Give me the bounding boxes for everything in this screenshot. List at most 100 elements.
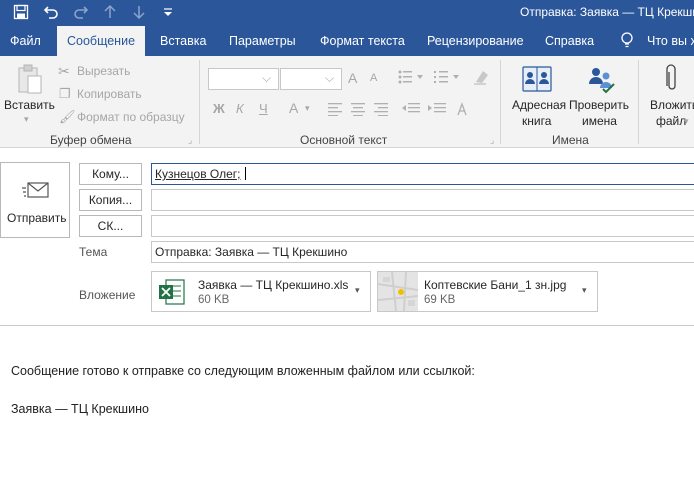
save-icon[interactable] [10, 2, 32, 22]
recipient-chip[interactable]: Кузнецов Олег; [155, 167, 241, 181]
font-color-button[interactable]: А [289, 100, 298, 116]
subject-label: Тема [79, 245, 108, 259]
numbering-icon[interactable] [434, 69, 460, 88]
italic-button[interactable]: К [236, 101, 244, 116]
underline-button[interactable]: Ч [259, 101, 268, 116]
copy-label: Копировать [77, 87, 142, 101]
group-separator [500, 60, 501, 144]
to-button[interactable]: Кому... [79, 163, 142, 185]
dialog-launcher-icon[interactable]: ⌟ [490, 135, 494, 146]
body-text-line: Заявка — ТЦ Крекшино [11, 402, 149, 416]
clear-formatting-icon[interactable] [472, 68, 490, 89]
excel-file-icon [159, 279, 185, 305]
attachment-menu-icon[interactable]: ▾ [582, 285, 587, 296]
chevron-down-icon: ▾ [24, 114, 29, 124]
ribbon: Вставить ▾ ✂ Вырезать ❐ Копировать 🖌 Фор… [0, 56, 694, 148]
cc-button[interactable]: Копия... [79, 189, 142, 211]
tab-file[interactable]: Файл [10, 26, 41, 56]
group-label-clipboard: Буфер обмена [50, 133, 132, 147]
send-button[interactable]: Отправить [0, 162, 70, 238]
tab-message[interactable]: Сообщение [57, 26, 146, 56]
attach-file-label-2: файл [656, 114, 687, 128]
text-cursor [244, 167, 246, 180]
paste-label: Вставить [4, 98, 55, 112]
check-names-label-2: имена [582, 114, 617, 128]
paperclip-icon [666, 64, 676, 90]
subject-field[interactable]: Отправка: Заявка — ТЦ Крекшино [151, 241, 694, 263]
decrease-indent-icon[interactable] [402, 102, 420, 119]
align-center-icon[interactable] [350, 102, 366, 119]
tab-options[interactable]: Параметры [229, 26, 296, 56]
bcc-button[interactable]: СК... [79, 215, 142, 237]
tab-format-text[interactable]: Формат текста [320, 26, 405, 56]
address-book-button[interactable]: Адресная книга [508, 62, 566, 134]
attachment-name: Коптевские Бани_1 зн.jpg [424, 278, 567, 292]
cut-label: Вырезать [77, 64, 131, 78]
tab-tell-me[interactable]: Что вы х [647, 26, 694, 56]
chevron-down-icon: ⌵ [262, 71, 272, 85]
paintbrush-icon: 🖌 [59, 109, 76, 124]
shrink-font-button[interactable]: A [370, 72, 377, 84]
increase-indent-icon[interactable] [428, 102, 446, 119]
copy-button[interactable]: ❐ Копировать [58, 85, 190, 105]
window-title: Отправка: Заявка — ТЦ Крекшино [520, 5, 694, 19]
paste-button[interactable]: Вставить ▾ [4, 62, 55, 134]
address-book-icon [522, 66, 552, 92]
attachment-item[interactable]: Коптевские Бани_1 зн.jpg 69 KB ▾ [377, 271, 598, 312]
to-field[interactable]: Кузнецов Олег; [151, 163, 694, 185]
lightbulb-icon[interactable] [620, 26, 634, 56]
dialog-launcher-icon[interactable]: ⌟ [188, 135, 192, 146]
group-separator [638, 60, 639, 144]
tab-review[interactable]: Рецензирование [427, 26, 524, 56]
attachment-size: 69 KB [424, 294, 456, 306]
arrow-down-icon[interactable] [128, 2, 150, 22]
attachment-label: Вложение [79, 288, 136, 302]
bcc-field[interactable] [151, 215, 694, 237]
check-names-button[interactable]: Проверить имена [568, 62, 632, 134]
align-left-icon[interactable] [328, 102, 344, 119]
address-book-label-1: Адресная [512, 98, 567, 112]
title-bar: Отправка: Заявка — ТЦ Крекшино [0, 0, 694, 26]
check-names-label-1: Проверить [569, 98, 630, 112]
undo-icon[interactable] [40, 2, 62, 22]
attach-file-label-1: Вложить [650, 98, 694, 112]
copy-icon: ❐ [59, 86, 71, 101]
format-painter-label: Формат по образцу [77, 110, 185, 124]
redo-icon[interactable] [70, 2, 92, 22]
scissors-icon: ✂ [58, 63, 70, 79]
image-thumbnail [378, 272, 418, 311]
font-size-combo[interactable]: ⌵ [280, 68, 342, 90]
attachment-item[interactable]: Заявка — ТЦ Крекшино.xls 60 KB ▾ [151, 271, 371, 312]
bold-button[interactable]: Ж [213, 101, 225, 116]
group-label-names: Имена [552, 133, 589, 147]
group-label-basic-text: Основной текст [300, 133, 388, 147]
address-book-label-2: книга [522, 114, 552, 128]
chevron-down-icon: ▾ [305, 103, 310, 113]
paste-icon [18, 64, 42, 94]
customize-qat-icon[interactable] [157, 2, 179, 22]
align-right-icon[interactable] [372, 102, 388, 119]
check-names-icon [589, 68, 615, 94]
paragraph-styles-icon[interactable] [454, 101, 470, 120]
bullets-icon[interactable] [398, 69, 424, 88]
chevron-down-icon: ⌵ [325, 71, 335, 85]
send-icon [22, 182, 49, 198]
chevron-down-icon: ▾ [684, 116, 689, 126]
tab-insert[interactable]: Вставка [160, 26, 206, 56]
arrow-up-icon[interactable] [99, 2, 121, 22]
group-separator [199, 60, 200, 144]
body-text-line: Сообщение готово к отправке со следующим… [11, 364, 475, 378]
tab-help[interactable]: Справка [545, 26, 594, 56]
message-body[interactable]: Сообщение готово к отправке со следующим… [0, 325, 694, 503]
ribbon-tabs: Файл Сообщение Вставка Параметры Формат … [0, 26, 694, 56]
attachment-name: Заявка — ТЦ Крекшино.xls [198, 278, 349, 292]
attachment-size: 60 KB [198, 294, 230, 306]
format-painter-button[interactable]: 🖌 Формат по образцу [58, 108, 190, 128]
send-label: Отправить [7, 211, 67, 225]
cut-button[interactable]: ✂ Вырезать [58, 62, 190, 82]
cc-field[interactable] [151, 189, 694, 211]
attach-file-button[interactable]: Вложить файл ▾ [644, 62, 694, 134]
grow-font-button[interactable]: A [348, 70, 357, 86]
font-name-combo[interactable]: ⌵ [208, 68, 279, 90]
attachment-menu-icon[interactable]: ▾ [355, 285, 360, 296]
